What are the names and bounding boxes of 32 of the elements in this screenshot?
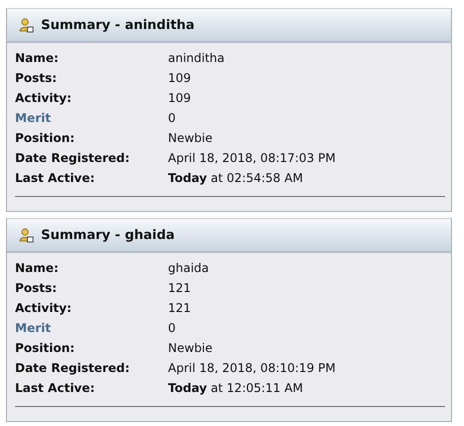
panel-title: Summary - ghaida bbox=[41, 228, 175, 242]
field-value: ghaida bbox=[168, 261, 210, 275]
field-value: Newbie bbox=[168, 341, 214, 355]
field-value: aninditha bbox=[168, 51, 226, 65]
field-label: Name: bbox=[15, 51, 60, 65]
field-label: Posts: bbox=[15, 71, 58, 85]
field-value: 121 bbox=[168, 281, 192, 295]
field-value: April 18, 2018, 08:10:19 PM bbox=[168, 361, 337, 375]
field-value: 109 bbox=[168, 71, 192, 85]
field-value: 109 bbox=[168, 91, 192, 105]
field-label: Activity: bbox=[15, 91, 73, 105]
field-label: Position: bbox=[15, 131, 76, 145]
field-link[interactable]: Merit bbox=[15, 111, 168, 125]
field-label: Last Active: bbox=[15, 381, 96, 395]
field-value: 0 bbox=[168, 321, 177, 335]
field-label: Date Registered: bbox=[15, 361, 131, 375]
field-value: 0 bbox=[168, 111, 177, 125]
panel-title: Summary - aninditha bbox=[41, 18, 195, 32]
field-label: Date Registered: bbox=[15, 151, 131, 165]
field-label: Name: bbox=[15, 261, 60, 275]
field-value: April 18, 2018, 08:17:03 PM bbox=[168, 151, 337, 165]
field-label: Activity: bbox=[15, 301, 73, 315]
field-label: Position: bbox=[15, 341, 76, 355]
field-link[interactable]: Merit bbox=[15, 321, 168, 335]
field-value: Today at 02:54:58 AM bbox=[168, 171, 304, 185]
field-label: Last Active: bbox=[15, 171, 96, 185]
field-value: 121 bbox=[168, 301, 192, 315]
field-value: Today at 12:05:11 AM bbox=[168, 381, 304, 395]
field-value: Newbie bbox=[168, 131, 214, 145]
user-icon bbox=[19, 18, 34, 32]
field-label: Posts: bbox=[15, 281, 58, 295]
user-icon bbox=[19, 228, 34, 242]
